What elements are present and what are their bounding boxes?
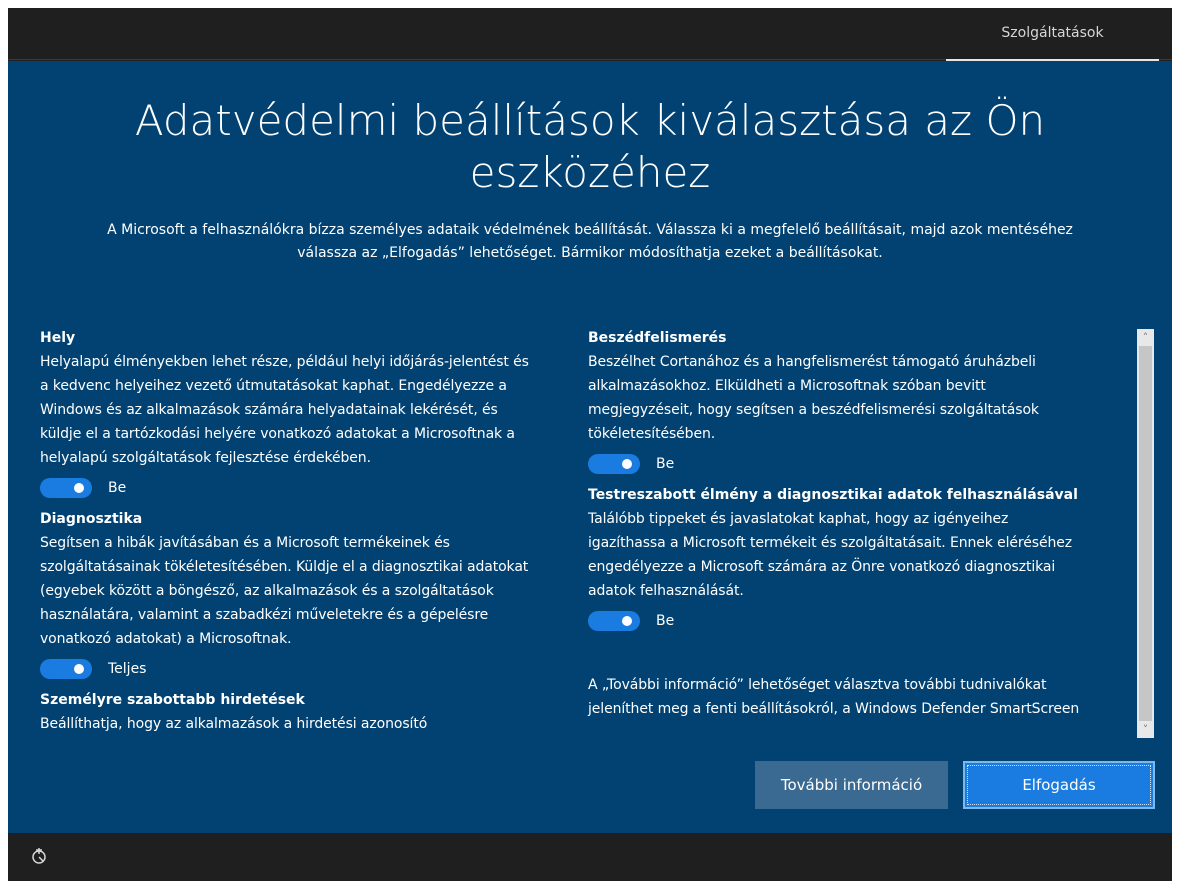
- page-description: A Microsoft a felhasználókra bízza szemé…: [38, 219, 1142, 265]
- setting-title: Beszédfelismerés: [588, 330, 727, 346]
- tailored-experiences-toggle[interactable]: Be: [588, 611, 1133, 631]
- toggle-switch[interactable]: [40, 659, 92, 679]
- toggle-knob: [74, 664, 84, 674]
- bottom-bar: [8, 833, 1172, 881]
- toggle-label: Be: [656, 456, 675, 472]
- setting-location: Hely Helyalapú élményekben lehet része, …: [40, 329, 575, 498]
- toggle-knob: [622, 616, 632, 626]
- setting-diagnostics: Diagnosztika Segítsen a hibák javításába…: [40, 510, 575, 679]
- chevron-up-icon[interactable]: ˄: [1137, 329, 1154, 346]
- oobe-window: Szolgáltatások Adatvédelmi beállítások k…: [8, 8, 1172, 881]
- scrollbar-thumb[interactable]: [1139, 346, 1152, 721]
- settings-column-right: Beszédfelismerés Beszélhet Cortanához és…: [588, 329, 1133, 733]
- setting-description: Beszélhet Cortanához és a hangfelismerés…: [588, 354, 1039, 442]
- toggle-switch[interactable]: [588, 454, 640, 474]
- privacy-panel: Adatvédelmi beállítások kiválasztása az …: [8, 61, 1172, 833]
- page-title-line1: Adatvédelmi beállítások kiválasztása az …: [134, 96, 1046, 145]
- setting-description: Helyalapú élményekben lehet része, példá…: [40, 354, 529, 466]
- vertical-scrollbar[interactable]: ˄ ˅: [1137, 329, 1154, 738]
- accept-button[interactable]: Elfogadás: [963, 761, 1155, 809]
- info-description: A „További információ” lehetőséget válas…: [588, 677, 1080, 717]
- toggle-label: Be: [656, 613, 675, 629]
- settings-scroll-area[interactable]: Hely Helyalapú élményekben lehet része, …: [38, 329, 1138, 738]
- setting-speech: Beszédfelismerés Beszélhet Cortanához és…: [588, 329, 1133, 474]
- toggle-label: Teljes: [108, 661, 147, 677]
- toggle-switch[interactable]: [588, 611, 640, 631]
- setting-ads: Személyre szabottabb hirdetések Beállíth…: [40, 691, 575, 736]
- toggle-knob: [74, 483, 84, 493]
- setting-title: Hely: [40, 330, 76, 346]
- more-info-text: A „További információ” lehetőséget válas…: [588, 673, 1133, 721]
- setting-description: Segítsen a hibák javításában és a Micros…: [40, 535, 529, 647]
- description-line1: A Microsoft a felhasználókra bízza szemé…: [107, 222, 1073, 238]
- setting-title: Személyre szabottabb hirdetések: [40, 692, 305, 708]
- accessibility-icon[interactable]: [28, 845, 50, 867]
- setting-description: Beállíthatja, hogy az alkalmazások a hir…: [40, 716, 428, 732]
- description-line2: válassza az „Elfogadás” lehetőséget. Bár…: [297, 245, 883, 261]
- chevron-down-icon[interactable]: ˅: [1137, 721, 1154, 738]
- setting-tailored-experiences: Testreszabott élmény a diagnosztikai ada…: [588, 486, 1133, 631]
- toggle-knob: [622, 459, 632, 469]
- more-info-button[interactable]: További információ: [755, 761, 948, 809]
- toggle-switch[interactable]: [40, 478, 92, 498]
- setting-description: Találóbb tippeket és javaslatokat kaphat…: [588, 511, 1073, 599]
- location-toggle[interactable]: Be: [40, 478, 575, 498]
- tab-services[interactable]: Szolgáltatások: [946, 8, 1159, 61]
- speech-toggle[interactable]: Be: [588, 454, 1133, 474]
- setting-title: Diagnosztika: [40, 511, 143, 527]
- settings-column-left: Hely Helyalapú élményekben lehet része, …: [40, 329, 575, 738]
- toggle-label: Be: [108, 480, 127, 496]
- top-bar: Szolgáltatások: [8, 8, 1172, 61]
- page-title: Adatvédelmi beállítások kiválasztása az …: [8, 95, 1172, 199]
- diagnostics-toggle[interactable]: Teljes: [40, 659, 575, 679]
- setting-title: Testreszabott élmény a diagnosztikai ada…: [588, 487, 1078, 503]
- page-title-line2: eszközéhez: [469, 148, 711, 197]
